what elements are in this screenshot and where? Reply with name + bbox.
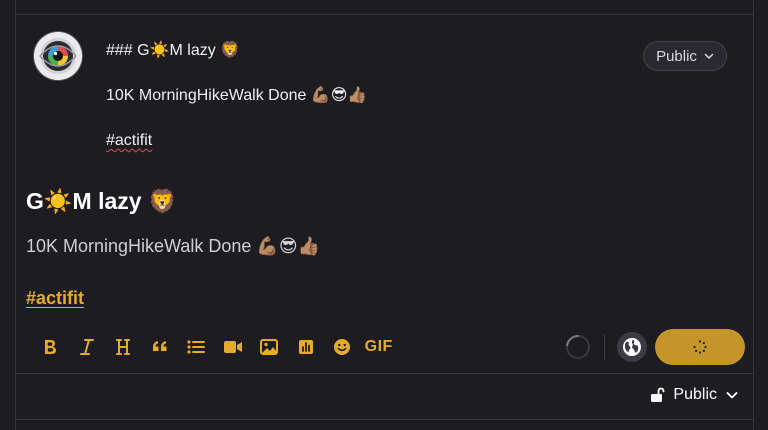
bold-icon [45,340,57,354]
bold-button[interactable] [32,334,69,360]
toolbar-separator [604,334,605,360]
editor-line-heading[interactable]: ### G☀️M lazy 🦁 [106,40,526,62]
audience-select[interactable]: Public [643,41,727,71]
formatting-toolbar: GIF [32,334,397,360]
gif-icon: GIF [364,338,393,355]
avatar[interactable] [34,32,82,80]
globe-icon [623,338,641,356]
editor-line-tag[interactable]: #actifit [106,130,526,152]
poll-icon [298,340,313,354]
italic-button[interactable] [69,334,106,360]
preview-title: G☀️M lazy 🦁 [26,188,177,214]
gif-button[interactable]: GIF [361,334,398,360]
character-count-ring [566,335,590,359]
preview-hashtag-link[interactable]: #actifit [26,288,84,309]
eye-avatar-image [34,32,82,80]
loading-spinner-icon [693,340,707,354]
quote-icon [152,341,167,351]
list-button[interactable] [178,334,215,360]
divider [16,373,753,374]
video-icon [223,341,242,353]
image-icon [260,339,279,355]
visibility-select[interactable]: Public [649,386,739,404]
composer-frame: ### G☀️M lazy 🦁 10K MorningHikeWalk Done… [15,0,754,430]
quote-button[interactable] [142,334,179,360]
language-button[interactable] [617,332,647,362]
audience-select-label: Public [656,47,697,65]
video-button[interactable] [215,334,252,360]
misspelled-word[interactable]: #actifit [106,132,152,149]
chevron-down-icon [704,53,714,59]
chevron-down-icon [726,392,738,399]
divider [16,419,753,420]
emoji-button[interactable] [324,334,361,360]
preview-body: 10K MorningHikeWalk Done 💪🏽😎👍🏽 [26,236,321,256]
editor-line-body[interactable]: 10K MorningHikeWalk Done 💪🏽😎👍🏽 [106,85,526,107]
heading-button[interactable] [105,334,142,360]
divider [16,14,753,15]
poll-button[interactable] [288,334,325,360]
visibility-label: Public [673,386,717,403]
italic-icon [79,339,94,355]
list-icon [187,340,206,354]
emoji-icon [334,339,351,355]
markdown-editor[interactable]: ### G☀️M lazy 🦁 10K MorningHikeWalk Done… [106,40,526,175]
image-button[interactable] [251,334,288,360]
unlock-icon [651,387,665,402]
publish-button[interactable] [655,329,745,365]
heading-icon [116,339,131,355]
